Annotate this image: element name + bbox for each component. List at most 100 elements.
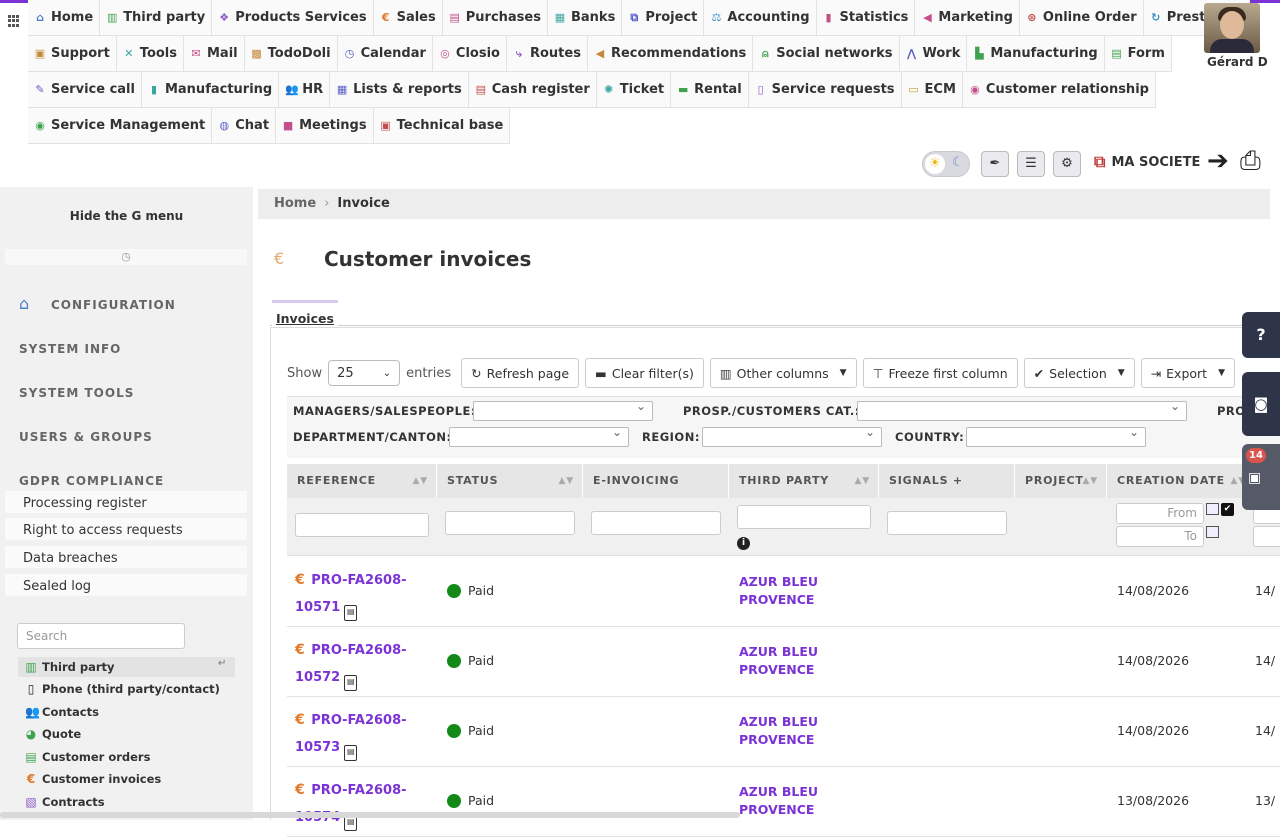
menu-item-social-networks[interactable]: ⍝ Social networks <box>753 36 900 72</box>
menu-item-home[interactable]: ⌂ Home <box>28 0 101 36</box>
horizontal-scrollbar[interactable] <box>0 812 740 818</box>
col-third-party[interactable]: THIRD PARTY ▲▼ <box>729 464 879 498</box>
bookmark-customer-invoices[interactable]: € Customer invoices <box>25 772 161 786</box>
invoice-reference-link[interactable]: € PRO-FA2608- 10572 ▤ <box>295 637 425 691</box>
info-icon[interactable]: i <box>737 537 750 550</box>
dark-mode-toggle[interactable]: ☀ ☾ <box>922 151 970 177</box>
menu-item-technical-base[interactable]: ▣ Technical base <box>373 108 511 144</box>
region-select[interactable] <box>702 425 882 447</box>
bookmark-phone-third-party-contact[interactable]: ▯ Phone (third party/contact) <box>25 682 220 696</box>
date-to-input[interactable]: To <box>1116 526 1204 547</box>
menu-item-service-requests[interactable]: ▯ Service requests <box>748 72 902 108</box>
menu-item-meetings[interactable]: ■ Meetings <box>276 108 374 144</box>
managers-select[interactable] <box>473 399 653 421</box>
menu-item-lists-reports[interactable]: ▦ Lists & reports <box>330 72 469 108</box>
menu-item-project[interactable]: ⧉ Project <box>622 0 705 36</box>
sidebar-section-system-info[interactable]: SYSTEM INFO <box>19 342 121 356</box>
hide-menu-link[interactable]: Hide the G menu <box>0 209 253 223</box>
sidebar-search-input[interactable]: Search <box>17 623 185 649</box>
menu-item-banks[interactable]: ▦ Banks <box>547 0 623 36</box>
pdf-icon[interactable]: ▤ <box>344 605 358 621</box>
help-tab[interactable]: ? <box>1242 312 1280 358</box>
selection-button[interactable]: ✔ Selection ▼ <box>1023 358 1135 388</box>
menu-item-marketing[interactable]: ◀ Marketing <box>915 0 1020 36</box>
apps-grid-icon[interactable] <box>8 15 20 27</box>
menu-item-online-order[interactable]: ⊛ Online Order <box>1019 0 1144 36</box>
bookmark-customer-orders[interactable]: ▤ Customer orders <box>25 750 150 764</box>
third-party-link[interactable]: AZUR BLEU PROVENCE <box>739 713 839 749</box>
menu-item-statistics[interactable]: ▮ Statistics <box>816 0 916 36</box>
calendar-icon[interactable] <box>1206 503 1219 515</box>
menu-item-manufacturing[interactable]: ▮ Manufacturing <box>141 72 280 108</box>
menu-item-closio[interactable]: ◎ Closio <box>432 36 507 72</box>
logout-icon[interactable]: ➔ <box>1207 146 1229 176</box>
calendar-icon[interactable] <box>1206 526 1219 538</box>
sidebar-item-sealed-log[interactable]: Sealed log <box>5 574 247 599</box>
bookmark-contracts[interactable]: ▧ Contracts <box>25 795 104 809</box>
department-select[interactable] <box>449 425 629 447</box>
user-name[interactable]: Gérard D <box>1207 55 1268 69</box>
menu-item-rental[interactable]: ▬ Rental <box>671 72 749 108</box>
sidebar-section-users-groups[interactable]: USERS & GROUPS <box>19 430 153 444</box>
print-icon[interactable]: ⎙ <box>1240 146 1261 177</box>
col-status[interactable]: STATUS ▲▼ <box>437 464 583 498</box>
sidebar-section-configuration[interactable]: CONFIGURATION <box>51 298 176 312</box>
tab-invoices[interactable]: Invoices <box>272 300 338 326</box>
feather-button[interactable]: ✒ <box>981 151 1009 177</box>
entries-select[interactable]: 25 ⌄ <box>328 360 401 386</box>
menu-item-sales[interactable]: € Sales <box>373 0 443 36</box>
user-avatar[interactable] <box>1204 3 1260 53</box>
menu-item-third-party[interactable]: ▥ Third party <box>100 0 213 36</box>
bookmark-third-party[interactable]: ▥ Third party <box>25 660 114 674</box>
chat-tab[interactable]: ◙ <box>1242 372 1280 436</box>
menu-item-ticket[interactable]: ✺ Ticket <box>596 72 672 108</box>
date-from-input[interactable]: From <box>1116 503 1204 524</box>
menu-item-hr[interactable]: 👥 HR <box>279 72 331 108</box>
freeze-column-button[interactable]: ⊤ Freeze first column <box>862 358 1018 388</box>
menu-item-tools[interactable]: ✕ Tools <box>116 36 184 72</box>
sidebar-item-right-to-access[interactable]: Right to access requests <box>5 518 247 543</box>
col-creation-date[interactable]: CREATION DATE ▲▼ <box>1107 464 1255 498</box>
invoice-reference-link[interactable]: € PRO-FA2608-10574▤ <box>295 777 425 831</box>
col-e-invoicing[interactable]: E-INVOICING <box>583 464 729 498</box>
menu-item-purchases[interactable]: ▤ Purchases <box>442 0 548 36</box>
signals-filter-input[interactable] <box>887 511 1007 535</box>
pdf-icon[interactable]: ▤ <box>344 675 358 691</box>
company-link[interactable]: ⧉ MA SOCIETE <box>1094 152 1200 172</box>
e-invoicing-filter-input[interactable] <box>591 511 721 535</box>
sidebar-section-gdpr[interactable]: GDPR COMPLIANCE <box>19 474 164 488</box>
menu-item-tododoli[interactable]: ▩ TodoDoli <box>244 36 338 72</box>
sidebar-item-processing-register[interactable]: Processing register <box>5 491 247 516</box>
col-reference[interactable]: REFERENCE ▲▼ <box>287 464 437 498</box>
export-button[interactable]: ⇥ Export ▼ <box>1140 358 1235 388</box>
menu-item-recommendations[interactable]: ◀ Recommendations <box>587 36 754 72</box>
status-filter-input[interactable] <box>445 511 575 535</box>
menu-item-service-call[interactable]: ✎ Service call <box>28 72 142 108</box>
clear-filters-button[interactable]: ▬ Clear filter(s) <box>585 358 704 388</box>
col-signals[interactable]: SIGNALS + <box>879 464 1015 498</box>
menu-item-cash-register[interactable]: ▤ Cash register <box>468 72 597 108</box>
bookmark-contacts[interactable]: 👥 Contacts <box>25 705 99 719</box>
third-party-link[interactable]: AZUR BLEU PROVENCE <box>739 783 839 819</box>
refresh-button[interactable]: ↻ Refresh page <box>461 358 580 388</box>
menu-item-products-services[interactable]: ❖ Products Services <box>212 0 374 36</box>
reference-filter-input[interactable] <box>295 513 429 537</box>
sidebar-section-system-tools[interactable]: SYSTEM TOOLS <box>19 386 134 400</box>
menu-item-manufacturing[interactable]: ▙ Manufacturing <box>967 36 1105 72</box>
third-party-link[interactable]: AZUR BLEU PROVENCE <box>739 643 839 679</box>
checkbox-checked-icon[interactable]: ✔ <box>1221 503 1234 516</box>
col-project[interactable]: PROJECT ▲▼ <box>1015 464 1107 498</box>
bookmark-quote[interactable]: ◕ Quote <box>25 727 81 741</box>
menu-item-customer-relationship[interactable]: ◉ Customer relationship <box>962 72 1156 108</box>
sidebar-item-data-breaches[interactable]: Data breaches <box>5 546 247 571</box>
menu-item-calendar[interactable]: ◷ Calendar <box>337 36 433 72</box>
prosp-category-select[interactable] <box>857 399 1187 421</box>
breadcrumb-home[interactable]: Home <box>274 189 316 219</box>
third-party-filter-input[interactable] <box>737 505 871 529</box>
menu-item-routes[interactable]: ⤷ Routes <box>506 36 588 72</box>
pdf-icon[interactable]: ▤ <box>344 745 358 761</box>
menu-item-support[interactable]: ▣ Support <box>28 36 117 72</box>
menu-item-form[interactable]: ▤ Form <box>1104 36 1172 72</box>
menu-item-chat[interactable]: ◍ Chat <box>212 108 277 144</box>
other-columns-button[interactable]: ▥ Other columns ▼ <box>709 358 857 388</box>
